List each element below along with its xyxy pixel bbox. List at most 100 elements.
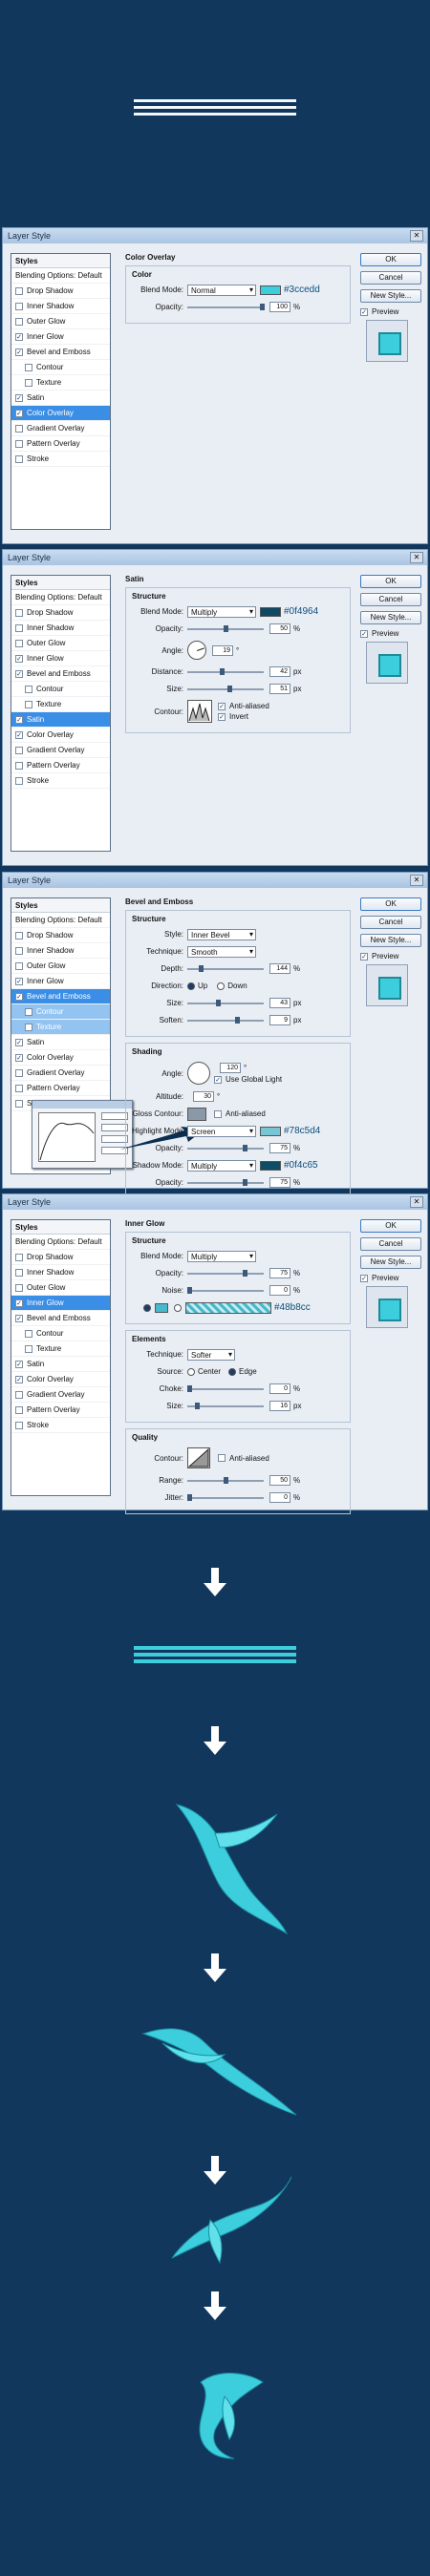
shadow-swatch[interactable] xyxy=(260,1160,281,1171)
cancel-button[interactable]: Cancel xyxy=(360,916,421,929)
checkbox[interactable] xyxy=(15,1421,23,1429)
style-item-texture[interactable]: Texture xyxy=(11,375,110,391)
checkbox[interactable]: ✓ xyxy=(15,669,23,678)
style-item-bevel-emboss[interactable]: ✓ Bevel and Emboss xyxy=(11,989,110,1004)
slider-knob[interactable] xyxy=(187,1286,192,1294)
styles-header[interactable]: Styles xyxy=(11,254,110,268)
ok-button[interactable]: OK xyxy=(360,897,421,911)
radio-solid-color[interactable] xyxy=(143,1303,151,1312)
style-item-gradient-overlay[interactable]: Gradient Overlay xyxy=(11,1066,110,1081)
style-item-color-overlay[interactable]: ✓ Color Overlay xyxy=(11,728,110,743)
checkbox[interactable]: ✓ xyxy=(15,348,23,356)
checkbox[interactable]: ✓ xyxy=(15,1038,23,1046)
slider-knob[interactable] xyxy=(227,685,232,692)
style-item-gradient-overlay[interactable]: Gradient Overlay xyxy=(11,743,110,758)
soften-slider[interactable] xyxy=(187,1016,264,1024)
popup-ok-button[interactable] xyxy=(101,1112,128,1120)
close-icon[interactable]: ✕ xyxy=(410,1196,423,1208)
checkbox[interactable] xyxy=(25,1023,32,1031)
style-item-inner-shadow[interactable]: Inner Shadow xyxy=(11,1265,110,1280)
checkbox[interactable] xyxy=(15,776,23,785)
radio-down[interactable] xyxy=(217,982,226,990)
new-style-button[interactable]: New Style... xyxy=(360,611,421,624)
preview-toggle[interactable]: ✓ Preview xyxy=(360,952,421,961)
distance-input[interactable]: 42 xyxy=(269,666,290,677)
style-item-inner-shadow[interactable]: Inner Shadow xyxy=(11,943,110,959)
checkbox[interactable] xyxy=(15,1390,23,1399)
checkbox[interactable]: ✓ xyxy=(214,1075,222,1084)
highlight-swatch[interactable] xyxy=(260,1126,281,1136)
checkbox[interactable]: ✓ xyxy=(360,629,368,638)
style-item-inner-glow[interactable]: ✓ Inner Glow xyxy=(11,329,110,345)
style-item-stroke[interactable]: Stroke xyxy=(11,1418,110,1433)
new-style-button[interactable]: New Style... xyxy=(360,1256,421,1269)
depth-slider[interactable] xyxy=(187,964,264,972)
style-item-satin[interactable]: ✓ Satin xyxy=(11,1035,110,1050)
close-icon[interactable]: ✕ xyxy=(410,230,423,242)
style-item-gradient-overlay[interactable]: Gradient Overlay xyxy=(11,1387,110,1403)
blending-options[interactable]: Blending Options: Default xyxy=(11,1235,110,1250)
checkbox[interactable] xyxy=(15,1068,23,1077)
slider-knob[interactable] xyxy=(195,1402,200,1409)
slider-knob[interactable] xyxy=(243,1144,247,1151)
gloss-contour-icon[interactable] xyxy=(187,1107,206,1121)
styles-header[interactable]: Styles xyxy=(11,576,110,590)
style-item-outer-glow[interactable]: Outer Glow xyxy=(11,959,110,974)
size-input[interactable]: 16 xyxy=(269,1401,290,1411)
checkbox[interactable]: ✓ xyxy=(15,730,23,739)
noise-input[interactable]: 0 xyxy=(269,1285,290,1296)
checkbox[interactable] xyxy=(15,1084,23,1092)
antialiased-toggle[interactable]: ✓ Anti-aliased xyxy=(218,702,269,710)
checkbox[interactable]: ✓ xyxy=(15,1053,23,1062)
checkbox[interactable] xyxy=(15,1405,23,1414)
size-slider[interactable] xyxy=(187,999,264,1006)
style-item-outer-glow[interactable]: Outer Glow xyxy=(11,1280,110,1296)
checkbox[interactable] xyxy=(25,363,32,371)
checkbox[interactable]: ✓ xyxy=(15,977,23,985)
styles-header[interactable]: Styles xyxy=(11,1220,110,1235)
blend-mode-select[interactable]: Multiply xyxy=(187,605,256,618)
radio-center[interactable] xyxy=(187,1367,195,1376)
preview-toggle[interactable]: ✓ Preview xyxy=(360,629,421,638)
style-item-outer-glow[interactable]: Outer Glow xyxy=(11,314,110,329)
checkbox[interactable] xyxy=(25,685,32,693)
style-item-bevel-emboss[interactable]: ✓ Bevel and Emboss xyxy=(11,1311,110,1326)
depth-input[interactable]: 144 xyxy=(269,963,290,974)
color-swatch[interactable] xyxy=(260,285,281,295)
style-select[interactable]: Inner Bevel xyxy=(187,928,256,940)
blending-options[interactable]: Blending Options: Default xyxy=(11,913,110,928)
style-item-texture[interactable]: Texture xyxy=(11,1020,110,1035)
checkbox[interactable] xyxy=(15,302,23,310)
checkbox[interactable]: ✓ xyxy=(15,992,23,1001)
style-item-outer-glow[interactable]: Outer Glow xyxy=(11,636,110,651)
style-item-contour[interactable]: Contour xyxy=(11,1326,110,1341)
shadow-select[interactable]: Multiply xyxy=(187,1159,256,1172)
style-item-pattern-overlay[interactable]: Pattern Overlay xyxy=(11,1081,110,1096)
style-item-drop-shadow[interactable]: Drop Shadow xyxy=(11,1250,110,1265)
checkbox[interactable] xyxy=(15,1283,23,1292)
ok-button[interactable]: OK xyxy=(360,1219,421,1233)
slider-knob[interactable] xyxy=(187,1384,192,1392)
opacity-input[interactable]: 75 xyxy=(269,1143,290,1153)
style-item-pattern-overlay[interactable]: Pattern Overlay xyxy=(11,1403,110,1418)
blending-options[interactable]: Blending Options: Default xyxy=(11,268,110,284)
styles-header[interactable]: Styles xyxy=(11,898,110,913)
radio-gradient[interactable] xyxy=(174,1303,182,1312)
opacity-input[interactable]: 75 xyxy=(269,1177,290,1188)
new-style-button[interactable]: New Style... xyxy=(360,289,421,303)
style-item-contour[interactable]: Contour xyxy=(11,360,110,375)
size-slider[interactable] xyxy=(187,685,264,692)
cancel-button[interactable]: Cancel xyxy=(360,1237,421,1251)
preview-toggle[interactable]: ✓ Preview xyxy=(360,307,421,316)
checkbox[interactable] xyxy=(15,931,23,940)
range-input[interactable]: 50 xyxy=(269,1475,290,1486)
checkbox[interactable] xyxy=(25,1329,32,1338)
color-swatch[interactable] xyxy=(260,606,281,617)
style-item-color-overlay[interactable]: ✓ Color Overlay xyxy=(11,1372,110,1387)
angle-input[interactable]: 19 xyxy=(212,644,233,656)
choke-slider[interactable] xyxy=(187,1384,264,1392)
invert-toggle[interactable]: ✓ Invert xyxy=(218,712,269,721)
altitude-input[interactable]: 30 xyxy=(193,1091,214,1102)
slider-knob[interactable] xyxy=(243,1178,247,1186)
checkbox[interactable]: ✓ xyxy=(360,307,368,316)
